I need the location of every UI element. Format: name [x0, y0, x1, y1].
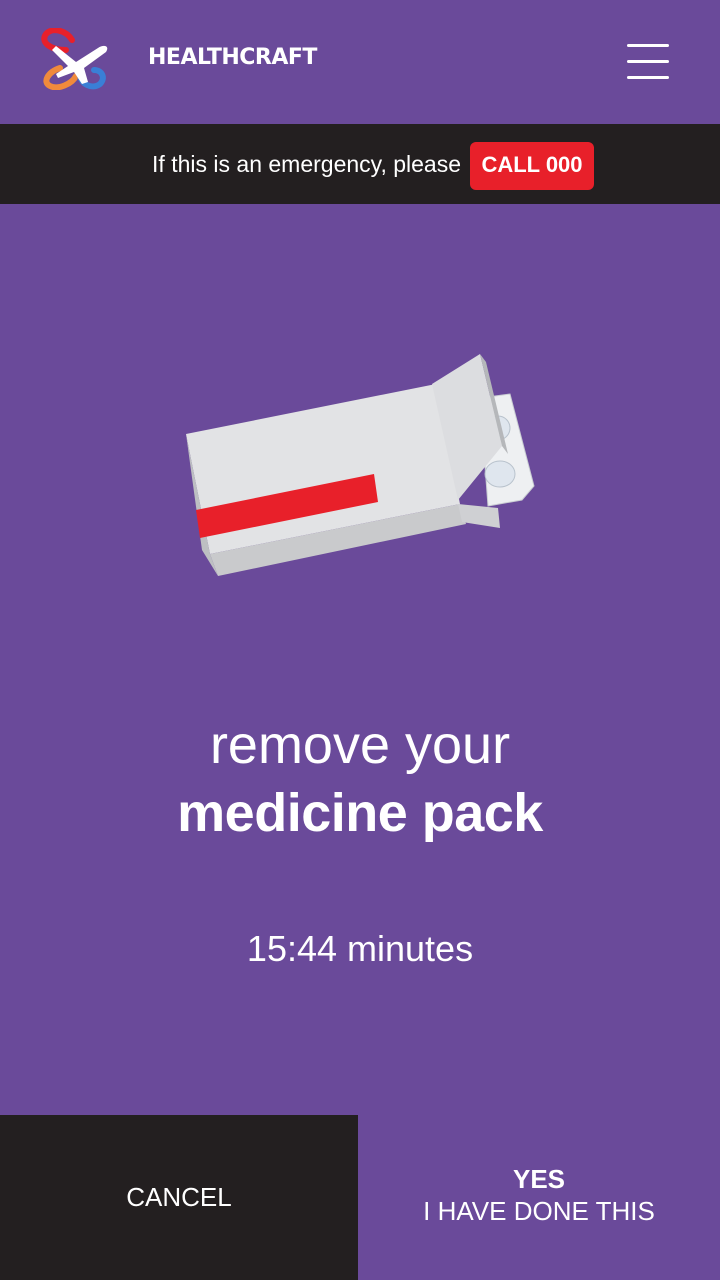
confirm-sub-label: I HAVE DONE THIS — [423, 1196, 655, 1226]
menu-button[interactable] — [620, 38, 676, 86]
emergency-text: If this is an emergency, please — [152, 151, 461, 177]
hamburger-line — [627, 76, 669, 79]
instruction-line-1: remove your — [209, 715, 511, 775]
instruction-text: remove your medicine pack — [0, 710, 720, 846]
app-header: HEALTHCRAFT — [0, 0, 720, 124]
call-emergency-button[interactable]: CALL 000 — [470, 142, 594, 190]
brand-name: HEALTHCRAFT — [148, 45, 317, 70]
instruction-line-2: medicine pack — [177, 783, 543, 843]
cancel-button[interactable]: CANCEL — [0, 1115, 358, 1280]
medicine-pack-icon — [186, 354, 535, 576]
hamburger-line — [627, 60, 669, 63]
confirm-done-button[interactable]: YES I HAVE DONE THIS — [358, 1115, 720, 1280]
healthcraft-logo-icon — [41, 28, 108, 90]
hamburger-menu-icon — [627, 44, 669, 47]
emergency-bar: If this is an emergency, please — [0, 124, 720, 204]
confirm-yes-label: YES — [512, 1164, 566, 1194]
countdown-timer: 15:44 minutes — [246, 928, 474, 969]
